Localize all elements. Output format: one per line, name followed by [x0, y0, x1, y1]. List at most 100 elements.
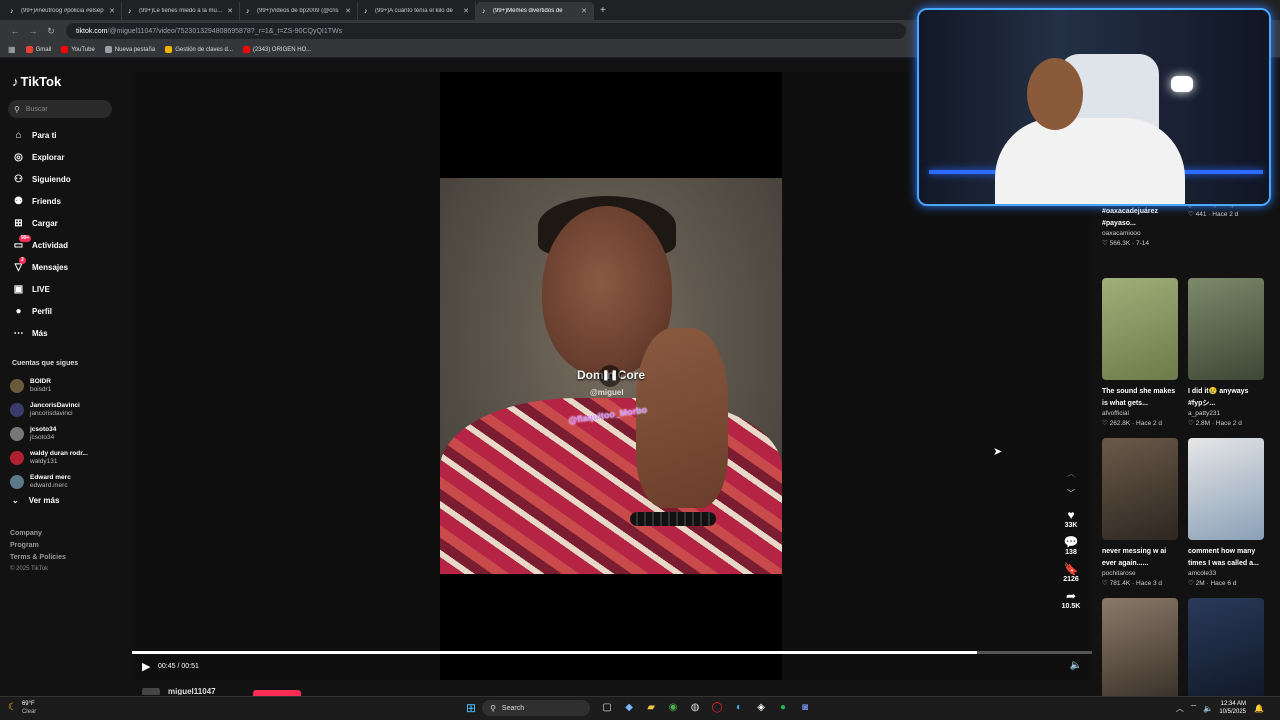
search-icon: ⚲: [490, 703, 496, 713]
video-card[interactable]: comment how many times I was called a...…: [1188, 438, 1264, 587]
opera-icon[interactable]: ◯: [709, 700, 725, 716]
browser-tab[interactable]: ♪ (99+)#neutroog #policia #elsep ✕: [4, 2, 122, 20]
browser-tab[interactable]: ♪ (99+)A cuánto tenía el kilo de ✕: [358, 2, 476, 20]
clock-time: 12:34 AM: [1220, 701, 1247, 707]
reload-icon[interactable]: ↻: [42, 26, 60, 37]
avatar: [10, 427, 24, 441]
previous-video-icon[interactable]: ︿: [1060, 468, 1082, 488]
video-card[interactable]: The sound she makes is what gets... afvof…: [1102, 278, 1178, 427]
system-tray: ︿ ⌔ 🔈 12:34 AM 10/5/2025 🔔: [1176, 700, 1270, 716]
close-icon[interactable]: ✕: [227, 7, 233, 15]
nav-item-para-ti[interactable]: ⌂ Para ti: [0, 124, 132, 146]
speaker-icon[interactable]: 🔈: [1203, 704, 1213, 713]
following-account[interactable]: Edward merc edward.merc: [10, 470, 128, 494]
video-thumbnail[interactable]: [1102, 438, 1178, 540]
spotify-icon[interactable]: ●: [775, 700, 791, 716]
discord-icon[interactable]: ◙: [797, 700, 813, 716]
nav-item-label: LIVE: [32, 284, 50, 294]
save-action[interactable]: 🔖 2126: [1060, 562, 1082, 583]
chrome-icon[interactable]: ◉: [665, 700, 681, 716]
bookmark-item[interactable]: YouTube: [61, 46, 95, 53]
video-thumbnail[interactable]: [1102, 598, 1178, 700]
bookmark-favicon-icon: [242, 46, 250, 53]
video-thumbnail[interactable]: [1188, 278, 1264, 380]
following-account[interactable]: jcsoto34 jcsoto34: [10, 422, 128, 446]
bookmark-item[interactable]: Nueva pestaña: [104, 46, 155, 53]
video-card[interactable]: [1188, 598, 1264, 700]
notification-icon[interactable]: 🔔: [1254, 704, 1264, 713]
nav-item-actividad[interactable]: ▭ 99+ Actividad: [0, 234, 132, 256]
copilot-icon[interactable]: ◆: [621, 700, 637, 716]
video-frame[interactable]: Domin Core ❚❚ @miguel @flaquitoo_Morbo: [440, 178, 782, 574]
see-more-button[interactable]: ⌄ Ver más: [10, 496, 128, 505]
close-icon[interactable]: ✕: [345, 7, 351, 15]
task-view-icon[interactable]: ▢: [599, 700, 615, 716]
video-thumbnail[interactable]: [1188, 438, 1264, 540]
tray-chevron-icon[interactable]: ︿: [1176, 703, 1184, 714]
nav-item-live[interactable]: ▣ LIVE: [0, 278, 132, 300]
nav-item-siguiendo[interactable]: ⚇ Siguiendo: [0, 168, 132, 190]
following-account[interactable]: JancorisDavinci jancorisdavinci: [10, 398, 128, 422]
close-icon[interactable]: ✕: [463, 7, 469, 15]
volume-icon[interactable]: 🔈: [1070, 660, 1082, 671]
video-thumbnail[interactable]: [1188, 598, 1264, 700]
footer-program[interactable]: Program: [10, 542, 66, 549]
save-count: 2126: [1063, 576, 1079, 583]
video-card-user: a_patty231: [1188, 410, 1221, 417]
video-card-user: pochitarose: [1102, 570, 1136, 577]
like-action[interactable]: ♥ 33K: [1060, 508, 1082, 529]
footer-company[interactable]: Company: [10, 530, 66, 537]
obs-icon[interactable]: ◍: [687, 700, 703, 716]
share-action[interactable]: ➦ 10.5K: [1060, 589, 1082, 610]
next-video-icon[interactable]: ﹀: [1060, 488, 1082, 508]
bookmark-item[interactable]: Gestión de claves d...: [165, 46, 233, 53]
taskbar-search[interactable]: ⚲ Search: [482, 700, 591, 716]
browser-tab[interactable]: ♪ (99+)Le tienes miedo a la mujer ✕: [122, 2, 240, 20]
nav-item-cargar[interactable]: ⊞ Cargar: [0, 212, 132, 234]
close-icon[interactable]: ✕: [581, 7, 587, 15]
apps-grid-icon[interactable]: ▦: [8, 45, 16, 54]
nav-item-explorar[interactable]: ◎ Explorar: [0, 146, 132, 168]
wifi-icon[interactable]: ⌔: [1190, 703, 1198, 713]
weather-widget[interactable]: ☾ 69°F Clear: [8, 700, 36, 716]
video-card[interactable]: [1102, 598, 1178, 700]
video-thumbnail[interactable]: [1102, 278, 1178, 380]
clock[interactable]: 12:34 AM 10/5/2025: [1219, 700, 1246, 716]
video-progress-bar[interactable]: [132, 651, 1092, 654]
webcam-overlay: [917, 8, 1271, 206]
following-account[interactable]: waldy duran rodr... waldy131: [10, 446, 128, 470]
search-placeholder: Buscar: [25, 105, 48, 113]
bookmark-item[interactable]: Gmail: [25, 46, 52, 53]
file-explorer-icon[interactable]: ▰: [643, 700, 659, 716]
browser-tab[interactable]: ♪ (99+)Memes divertidos de ✕: [476, 2, 594, 20]
browser-tab[interactable]: ♪ (99+)Videos de bp2009 (@cris ✕: [240, 2, 358, 20]
following-account[interactable]: BOIDR boisdr1: [10, 374, 128, 398]
moon-icon: ☾: [8, 702, 17, 713]
video-card[interactable]: I did it😢 anyways #fypシ... a_patty231 ♡ 2.…: [1188, 278, 1264, 427]
video-author[interactable]: miguel11047: [142, 688, 216, 695]
windows-start-icon[interactable]: ⊞: [466, 701, 476, 715]
pause-button[interactable]: ❚❚: [599, 365, 621, 387]
search-input[interactable]: ⚲ Buscar: [8, 100, 112, 118]
footer-terms[interactable]: Terms & Policies: [10, 554, 66, 561]
author-name: miguel11047: [168, 688, 216, 695]
tiktok-logo[interactable]: ♪ TikTok: [12, 74, 61, 89]
nav-item-perfil[interactable]: ● Perfil: [0, 300, 132, 322]
author-avatar[interactable]: [142, 688, 160, 695]
edge-icon[interactable]: ◐: [731, 700, 747, 716]
nav-item-mensajes[interactable]: ▽ 2 Mensajes: [0, 256, 132, 278]
nav-item-más[interactable]: ⋯ Más: [0, 322, 132, 344]
play-icon[interactable]: ▶: [142, 660, 150, 673]
bookmark-label: Gmail: [35, 46, 52, 53]
comment-action[interactable]: 💬 138: [1060, 535, 1082, 556]
forward-icon[interactable]: →: [24, 26, 42, 36]
video-card[interactable]: never messing w ai ever again...... pochi…: [1102, 438, 1178, 587]
back-icon[interactable]: ←: [6, 26, 24, 36]
url-field[interactable]: tiktok.com/@miguel11047/video/7523013294…: [66, 23, 906, 39]
bookmark-item[interactable]: (2343) ORIGEN HO...: [242, 46, 311, 53]
close-icon[interactable]: ✕: [109, 7, 115, 15]
new-tab-icon[interactable]: +: [600, 5, 606, 16]
nav-item-friends[interactable]: ⚉ Friends: [0, 190, 132, 212]
capcut-icon[interactable]: ◈: [753, 700, 769, 716]
nav-item-label: Siguiendo: [32, 174, 71, 184]
